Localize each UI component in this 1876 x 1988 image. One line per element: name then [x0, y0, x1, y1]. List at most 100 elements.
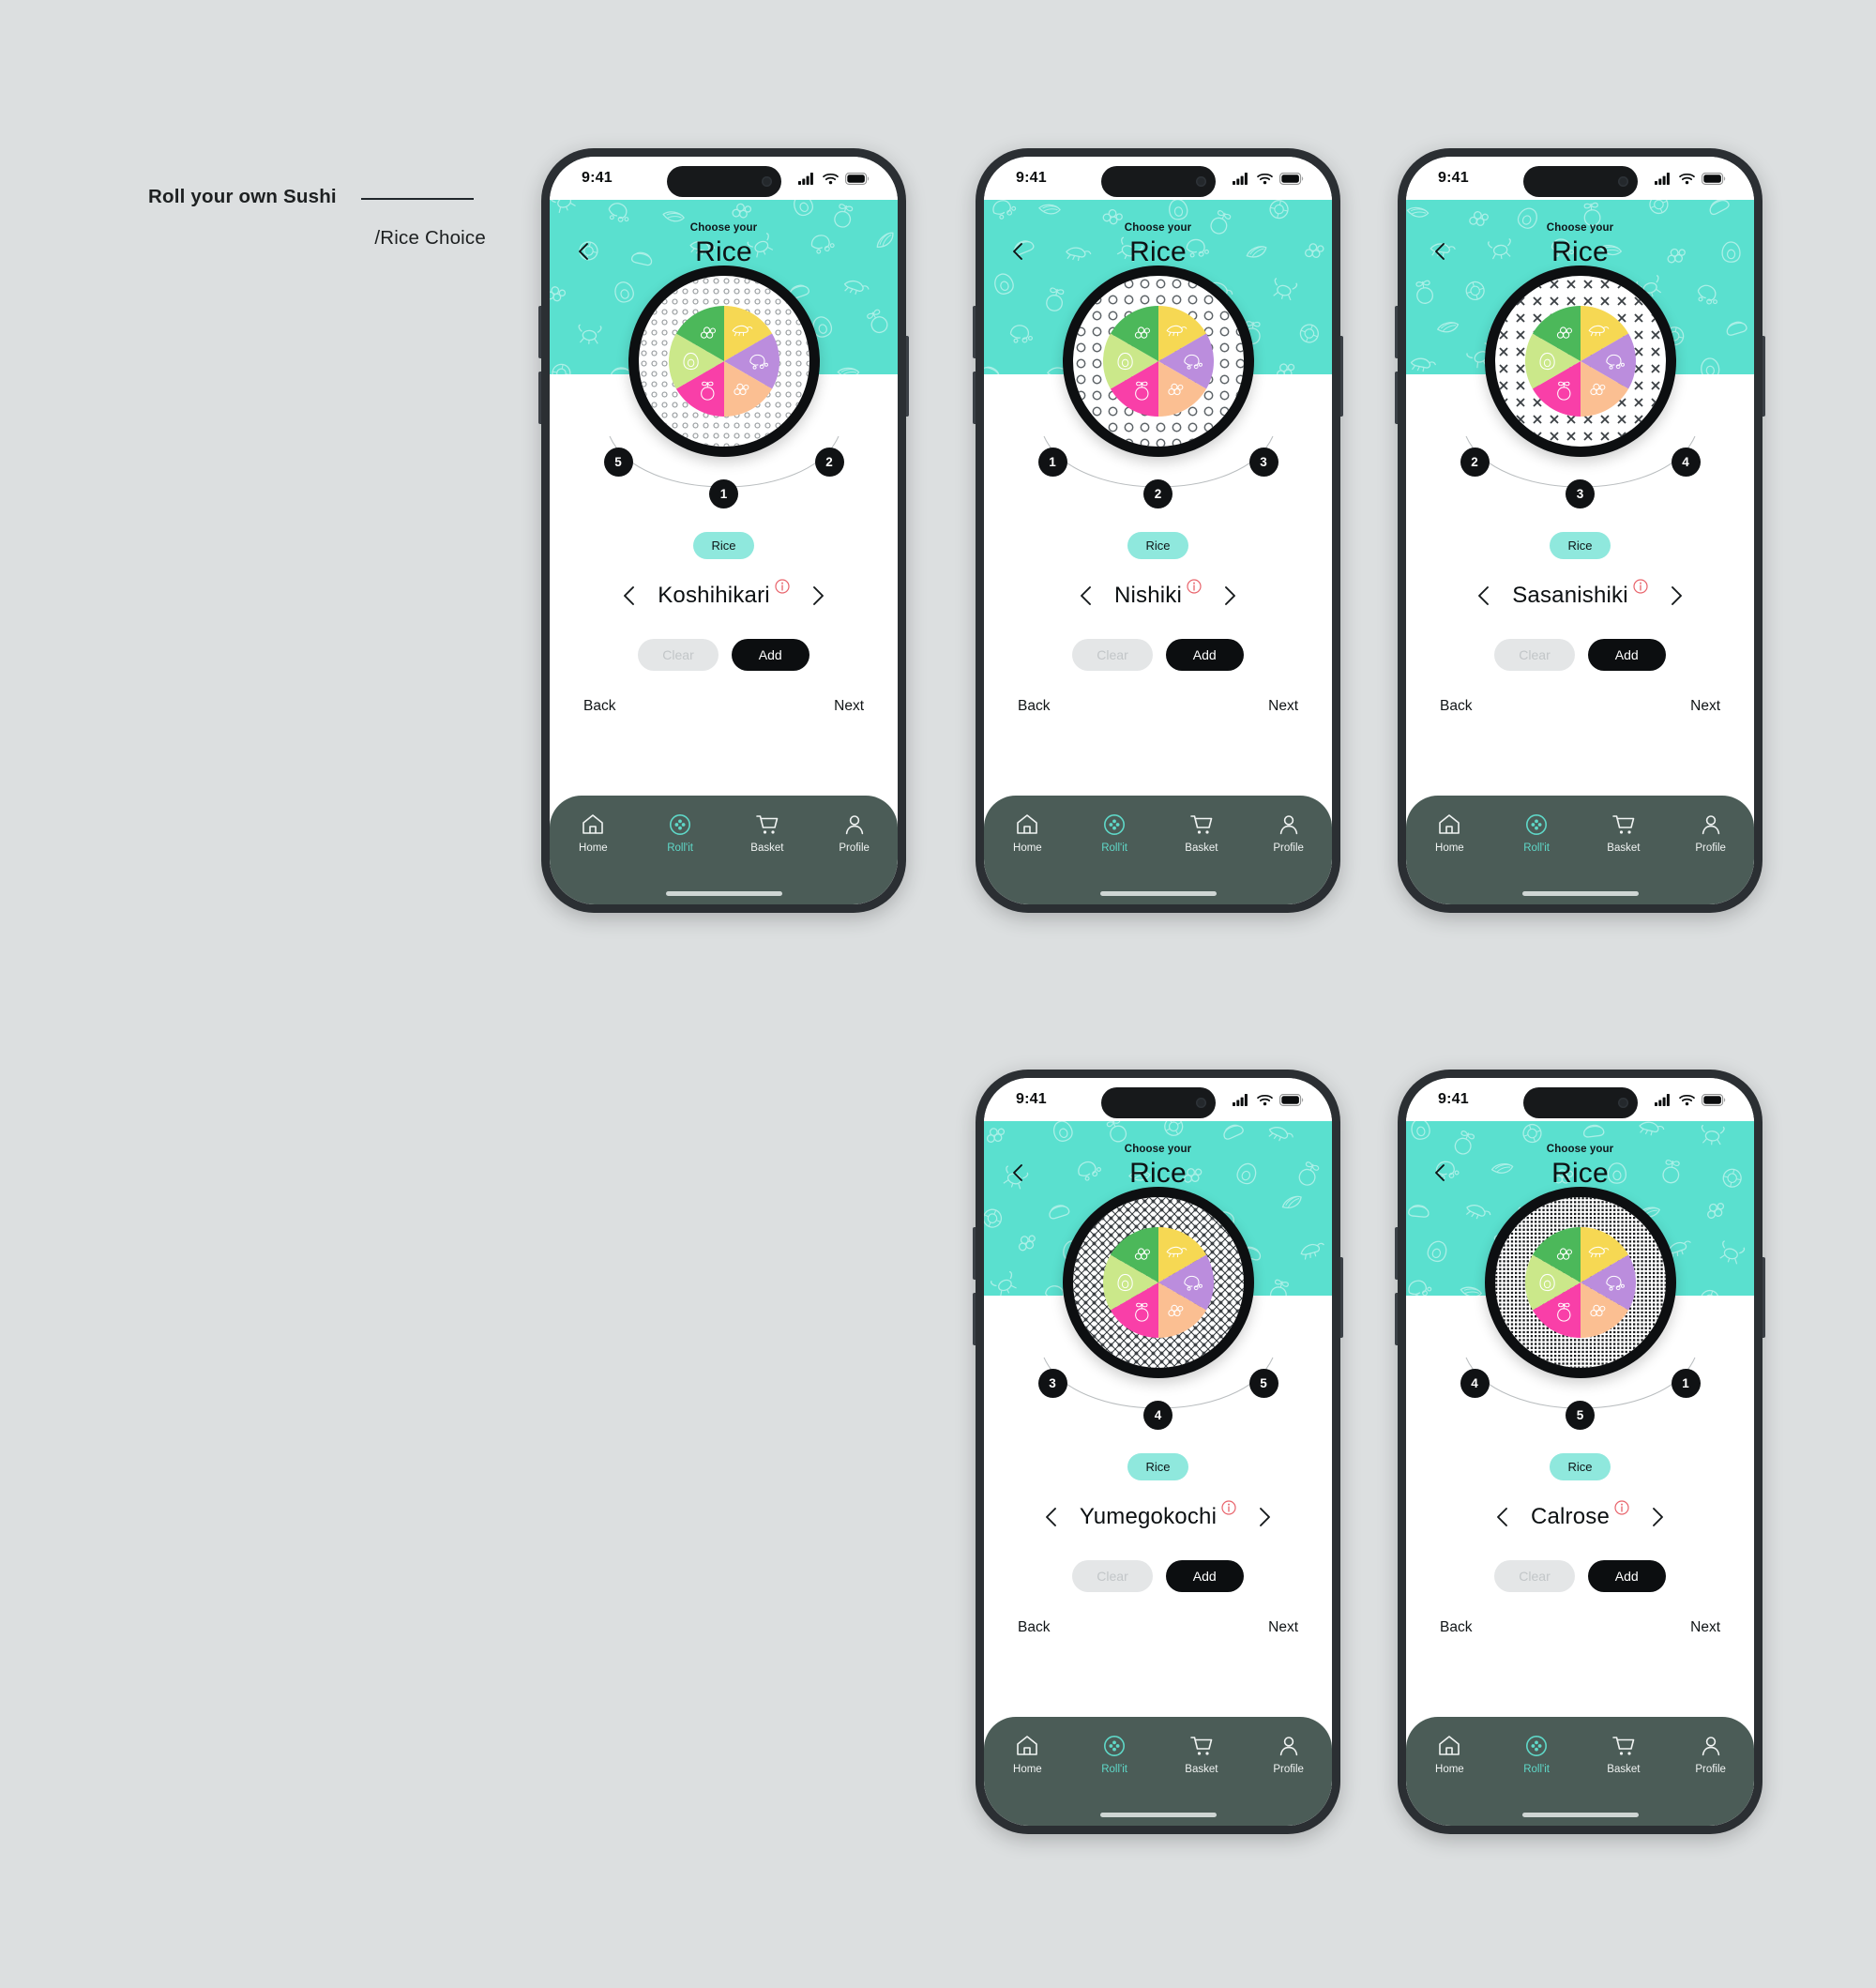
basket-icon[interactable]	[1611, 1734, 1636, 1758]
home-indicator[interactable]	[1521, 891, 1639, 896]
home-icon[interactable]	[581, 812, 605, 837]
next-link[interactable]: Next	[1268, 698, 1298, 715]
home-icon[interactable]	[1437, 812, 1461, 837]
rollit-icon[interactable]	[1102, 812, 1127, 837]
tab-home[interactable]: Home	[992, 1734, 1062, 1775]
clear-button[interactable]: Clear	[1494, 639, 1575, 671]
tab-profile[interactable]: Profile	[1254, 1734, 1324, 1775]
tab-rollit[interactable]: Roll'it	[1080, 1734, 1149, 1775]
rice-plate[interactable]	[1062, 1187, 1254, 1378]
rollit-icon[interactable]	[1102, 1734, 1127, 1758]
profile-icon[interactable]	[842, 812, 867, 837]
tab-rollit[interactable]: Roll'it	[1080, 812, 1149, 854]
rollit-icon[interactable]	[1524, 1734, 1549, 1758]
tab-profile[interactable]: Profile	[1676, 812, 1746, 854]
category-chip[interactable]: Rice	[1550, 532, 1611, 559]
info-icon[interactable]	[775, 579, 790, 594]
tab-basket[interactable]: Basket	[733, 812, 802, 854]
category-chip[interactable]: Rice	[1127, 532, 1188, 559]
info-icon[interactable]	[1221, 1500, 1236, 1515]
add-button[interactable]: Add	[731, 639, 809, 671]
power-button[interactable]	[1340, 1257, 1343, 1338]
basket-icon[interactable]	[1189, 1734, 1214, 1758]
rice-plate[interactable]	[1062, 266, 1254, 457]
basket-icon[interactable]	[755, 812, 779, 837]
tab-rollit[interactable]: Roll'it	[1502, 812, 1571, 854]
profile-icon[interactable]	[1277, 1734, 1301, 1758]
tab-profile[interactable]: Profile	[820, 812, 889, 854]
basket-icon[interactable]	[1189, 812, 1214, 837]
back-link[interactable]: Back	[1440, 698, 1472, 715]
category-chip[interactable]: Rice	[693, 532, 754, 559]
next-link[interactable]: Next	[834, 698, 864, 715]
home-icon[interactable]	[1015, 812, 1039, 837]
category-chip[interactable]: Rice	[1550, 1453, 1611, 1480]
rice-plate[interactable]	[628, 266, 820, 457]
home-icon[interactable]	[1437, 1734, 1461, 1758]
clear-button[interactable]: Clear	[1494, 1560, 1575, 1592]
next-link[interactable]: Next	[1690, 698, 1720, 715]
clear-button[interactable]: Clear	[1072, 639, 1153, 671]
rice-plate[interactable]	[1484, 1187, 1676, 1378]
chevron-left-icon[interactable]	[618, 584, 643, 608]
clear-button[interactable]: Clear	[1072, 1560, 1153, 1592]
home-indicator[interactable]	[1099, 1813, 1217, 1817]
tab-basket[interactable]: Basket	[1167, 812, 1236, 854]
step-dot-center[interactable]: 5	[1566, 1401, 1595, 1430]
back-link[interactable]: Back	[1018, 698, 1050, 715]
back-link[interactable]: Back	[1440, 1619, 1472, 1636]
step-dot-center[interactable]: 1	[709, 479, 738, 508]
chevron-left-icon[interactable]	[1491, 1505, 1516, 1529]
info-icon[interactable]	[1187, 579, 1202, 594]
clear-button[interactable]: Clear	[638, 639, 719, 671]
back-link[interactable]: Back	[1018, 1619, 1050, 1636]
info-icon[interactable]	[1633, 579, 1648, 594]
next-link[interactable]: Next	[1690, 1619, 1720, 1636]
tab-profile[interactable]: Profile	[1676, 1734, 1746, 1775]
home-indicator[interactable]	[665, 891, 782, 896]
add-button[interactable]: Add	[1587, 1560, 1666, 1592]
profile-icon[interactable]	[1699, 1734, 1723, 1758]
rollit-icon[interactable]	[668, 812, 692, 837]
tab-basket[interactable]: Basket	[1167, 1734, 1236, 1775]
next-link[interactable]: Next	[1268, 1619, 1298, 1636]
tab-rollit[interactable]: Roll'it	[645, 812, 715, 854]
home-icon[interactable]	[1015, 1734, 1039, 1758]
chevron-left-icon[interactable]	[1473, 584, 1497, 608]
tab-profile[interactable]: Profile	[1254, 812, 1324, 854]
home-indicator[interactable]	[1099, 891, 1217, 896]
tab-basket[interactable]: Basket	[1589, 812, 1658, 854]
step-dot-center[interactable]: 3	[1566, 479, 1595, 508]
tab-home[interactable]: Home	[992, 812, 1062, 854]
tab-home[interactable]: Home	[1415, 1734, 1484, 1775]
profile-icon[interactable]	[1699, 812, 1723, 837]
chevron-right-icon[interactable]	[1644, 1505, 1669, 1529]
chevron-left-icon[interactable]	[1040, 1505, 1065, 1529]
power-button[interactable]	[1340, 336, 1343, 417]
chevron-right-icon[interactable]	[1251, 1505, 1276, 1529]
tab-home[interactable]: Home	[558, 812, 628, 854]
rice-plate[interactable]	[1484, 266, 1676, 457]
profile-icon[interactable]	[1277, 812, 1301, 837]
step-dot-center[interactable]: 4	[1143, 1401, 1172, 1430]
tab-rollit[interactable]: Roll'it	[1502, 1734, 1571, 1775]
tab-home[interactable]: Home	[1415, 812, 1484, 854]
add-button[interactable]: Add	[1165, 639, 1244, 671]
power-button[interactable]	[906, 336, 909, 417]
chevron-right-icon[interactable]	[1217, 584, 1241, 608]
power-button[interactable]	[1763, 336, 1765, 417]
step-dot-center[interactable]: 2	[1143, 479, 1172, 508]
add-button[interactable]: Add	[1165, 1560, 1244, 1592]
chevron-left-icon[interactable]	[1075, 584, 1099, 608]
home-indicator[interactable]	[1521, 1813, 1639, 1817]
chevron-right-icon[interactable]	[1663, 584, 1687, 608]
chevron-right-icon[interactable]	[805, 584, 829, 608]
tab-basket[interactable]: Basket	[1589, 1734, 1658, 1775]
info-icon[interactable]	[1614, 1500, 1629, 1515]
add-button[interactable]: Add	[1587, 639, 1666, 671]
rollit-icon[interactable]	[1524, 812, 1549, 837]
back-link[interactable]: Back	[583, 698, 615, 715]
power-button[interactable]	[1763, 1257, 1765, 1338]
basket-icon[interactable]	[1611, 812, 1636, 837]
category-chip[interactable]: Rice	[1127, 1453, 1188, 1480]
